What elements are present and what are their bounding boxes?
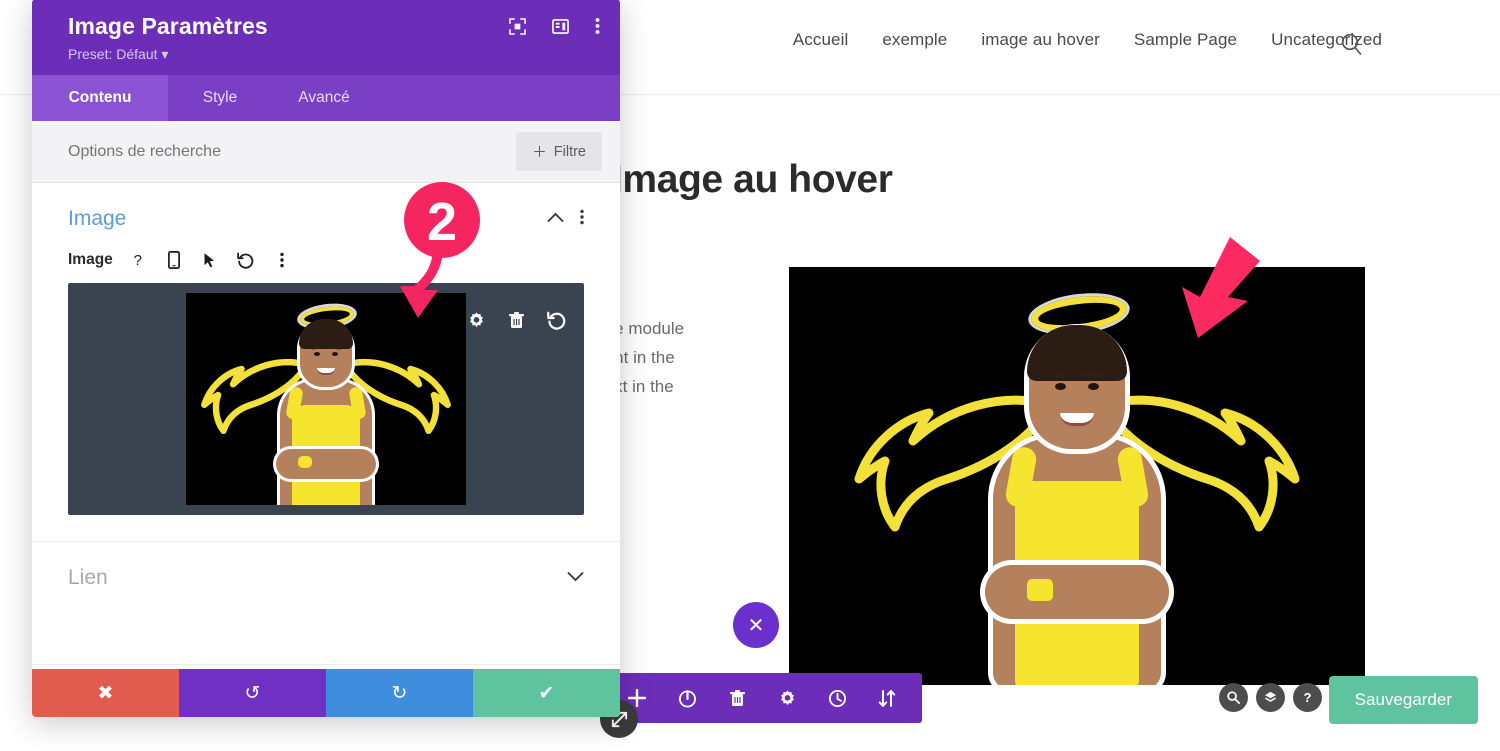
preset-selector[interactable]: Preset: Défaut ▾ bbox=[68, 46, 600, 63]
search-options-bar: ＋ Filtre bbox=[32, 121, 620, 183]
fullscreen-icon[interactable] bbox=[509, 17, 526, 35]
modal-footer: ✖ ↺ ↻ ✔ bbox=[32, 669, 620, 717]
image-field-row: Image ? bbox=[68, 249, 584, 283]
layers-icon[interactable] bbox=[1256, 683, 1285, 712]
mouth bbox=[317, 368, 335, 375]
utility-circle-buttons: ? bbox=[1219, 683, 1322, 712]
more-vertical-icon[interactable] bbox=[271, 249, 293, 271]
section-lien: Lien bbox=[32, 542, 620, 665]
search-input[interactable] bbox=[68, 142, 448, 161]
undo-button[interactable]: ↺ bbox=[179, 669, 326, 717]
image-thumbnail[interactable] bbox=[186, 293, 466, 505]
page-title: Image au hover bbox=[612, 158, 893, 201]
divi-module-toolbar bbox=[602, 673, 922, 723]
nav-item-uncategorized[interactable]: Uncategorized bbox=[1271, 30, 1382, 50]
nav-item-accueil[interactable]: Accueil bbox=[793, 30, 849, 50]
eye-left bbox=[1055, 383, 1066, 390]
cancel-button[interactable]: ✖ bbox=[32, 669, 179, 717]
layout-panel-icon[interactable] bbox=[552, 18, 569, 35]
nav-item-image-au-hover[interactable]: image au hover bbox=[981, 30, 1100, 50]
section-image-header[interactable]: Image bbox=[68, 183, 584, 249]
tab-contenu[interactable]: Contenu bbox=[32, 75, 168, 121]
modal-body: Image Image ? Lien bbox=[32, 183, 620, 669]
section-image-title: Image bbox=[68, 207, 127, 230]
filter-button[interactable]: ＋ Filtre bbox=[516, 132, 602, 171]
sort-arrows-icon[interactable] bbox=[862, 673, 912, 723]
hair bbox=[1027, 325, 1127, 381]
reset-undo-icon[interactable] bbox=[235, 249, 257, 271]
help-icon[interactable]: ? bbox=[127, 249, 149, 271]
person-figure bbox=[260, 319, 392, 505]
eye-left bbox=[314, 352, 320, 356]
angel-illustration bbox=[789, 267, 1365, 685]
mobile-responsive-icon[interactable] bbox=[163, 249, 185, 271]
tab-avance[interactable]: Avancé bbox=[272, 75, 376, 121]
preset-label: Preset: Défaut bbox=[68, 46, 158, 62]
confirm-save-button[interactable]: ✔ bbox=[473, 669, 620, 717]
trash-icon[interactable] bbox=[508, 311, 525, 330]
gear-icon[interactable] bbox=[762, 673, 812, 723]
modal-header-icons bbox=[509, 17, 600, 35]
power-icon[interactable] bbox=[662, 673, 712, 723]
chevron-down-icon: ▾ bbox=[161, 46, 169, 62]
wristwatch bbox=[298, 456, 312, 468]
section-image-header-icons bbox=[547, 209, 584, 230]
chevron-down-icon[interactable] bbox=[567, 569, 584, 587]
brow-right bbox=[329, 346, 342, 350]
section-lien-header-icons bbox=[567, 569, 584, 587]
brow-left bbox=[310, 346, 323, 350]
angel-illustration-thumbnail bbox=[186, 293, 466, 505]
more-vertical-icon[interactable] bbox=[595, 17, 600, 35]
crossed-arms bbox=[276, 449, 376, 479]
gear-icon[interactable] bbox=[467, 311, 486, 330]
redo-button[interactable]: ↻ bbox=[326, 669, 473, 717]
module-settings-modal: Image Paramètres Preset: Défaut ▾ Conten… bbox=[32, 0, 620, 717]
zoom-icon[interactable] bbox=[1219, 683, 1248, 712]
help-icon[interactable]: ? bbox=[1293, 683, 1322, 712]
save-button[interactable]: Sauvegarder bbox=[1328, 676, 1478, 724]
hover-cursor-icon[interactable] bbox=[199, 249, 221, 271]
tab-style[interactable]: Style bbox=[168, 75, 272, 121]
plus-icon: ＋ bbox=[532, 145, 547, 161]
hero-image-module[interactable] bbox=[789, 267, 1365, 685]
image-preview-actions bbox=[467, 311, 566, 330]
annotation-arrow-hero-icon bbox=[1168, 235, 1268, 340]
screen-root: Accueil exemple image au hover Sample Pa… bbox=[0, 0, 1500, 751]
search-icon[interactable] bbox=[1339, 32, 1365, 58]
head bbox=[299, 319, 353, 387]
section-lien-title: Lien bbox=[68, 566, 108, 589]
trash-icon[interactable] bbox=[712, 673, 762, 723]
head bbox=[1027, 325, 1127, 449]
section-lien-header[interactable]: Lien bbox=[68, 542, 584, 608]
history-clock-icon[interactable] bbox=[812, 673, 862, 723]
main-navigation: Accueil exemple image au hover Sample Pa… bbox=[793, 30, 1382, 50]
section-image: Image Image ? bbox=[32, 183, 620, 542]
chevron-up-icon[interactable] bbox=[547, 210, 564, 228]
wristwatch bbox=[1027, 579, 1053, 601]
reset-undo-icon[interactable] bbox=[547, 311, 566, 330]
person-figure bbox=[957, 325, 1197, 685]
image-preview-area[interactable] bbox=[68, 283, 584, 515]
eye-right bbox=[332, 352, 338, 356]
modal-tabs: Contenu Style Avancé bbox=[32, 75, 620, 121]
module-close-button[interactable]: ✕ bbox=[733, 602, 779, 648]
more-vertical-icon[interactable] bbox=[580, 209, 584, 230]
hair bbox=[299, 319, 353, 349]
mouth bbox=[1060, 413, 1094, 426]
modal-header: Image Paramètres Preset: Défaut ▾ bbox=[32, 0, 620, 75]
nav-item-exemple[interactable]: exemple bbox=[882, 30, 947, 50]
image-field-label: Image bbox=[68, 251, 113, 268]
filter-button-label: Filtre bbox=[553, 143, 586, 160]
nav-item-sample-page[interactable]: Sample Page bbox=[1134, 30, 1237, 50]
crossed-arms bbox=[985, 565, 1169, 619]
eye-right bbox=[1088, 383, 1099, 390]
